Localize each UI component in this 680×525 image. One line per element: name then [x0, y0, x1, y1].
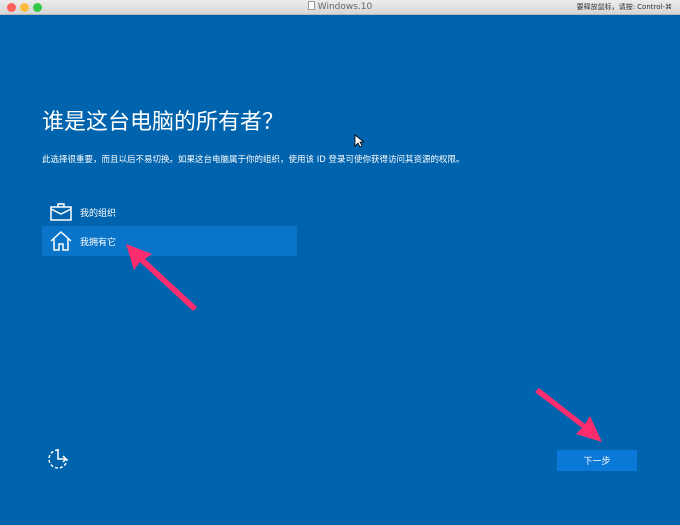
- annotation-arrow: [126, 244, 197, 311]
- annotation-arrows: [126, 244, 602, 442]
- annotation-arrow: [535, 388, 602, 442]
- mouse-cursor-icon: [354, 134, 364, 148]
